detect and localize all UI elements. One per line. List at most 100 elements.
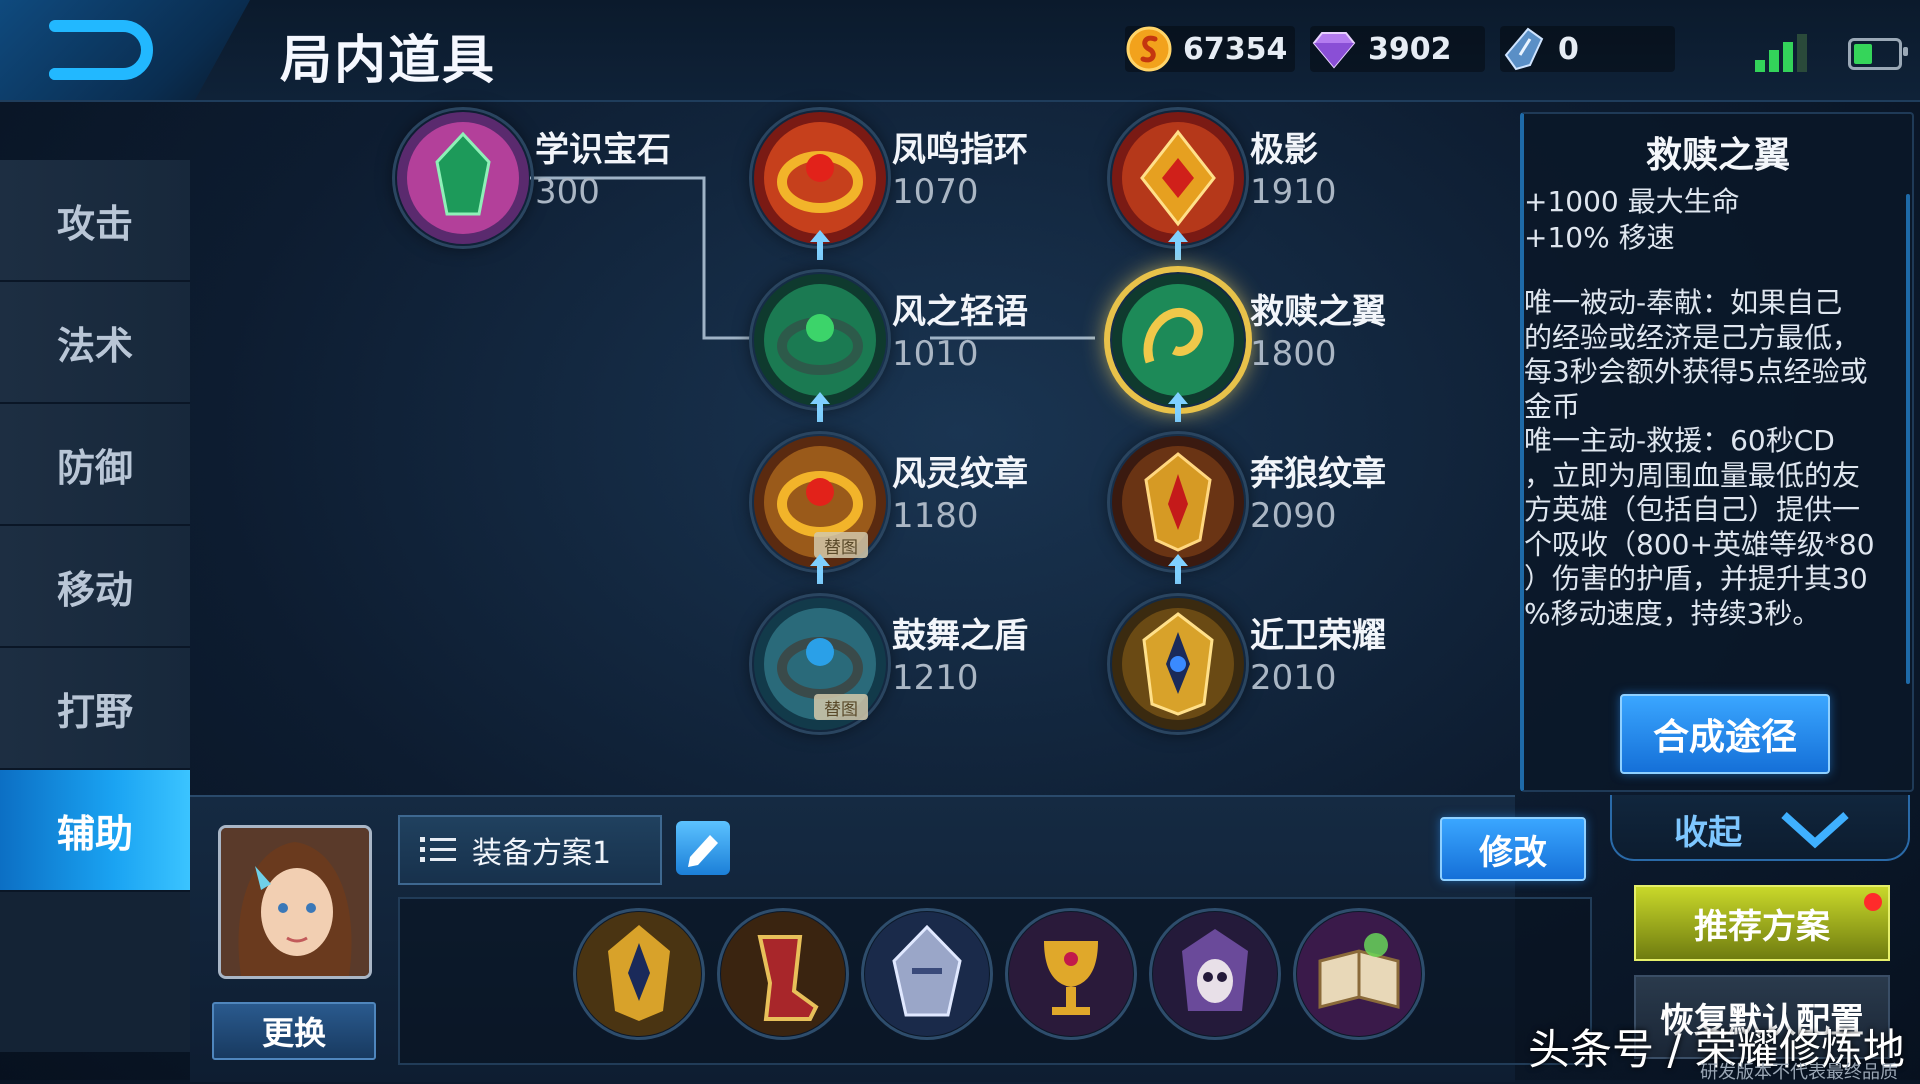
- battery-icon: [1848, 38, 1908, 70]
- ticket-crystal-icon: [1504, 27, 1544, 71]
- item-price: 1010: [892, 334, 979, 374]
- guard-glory-icon: [1112, 598, 1244, 730]
- item-phoenix-ring[interactable]: 凤鸣指环 1070: [752, 110, 1132, 260]
- item-price: 1800: [1250, 334, 1337, 374]
- wind-whisper-icon: [754, 274, 886, 406]
- menu-filler: [0, 892, 190, 1052]
- phoenix-ring-icon: [754, 112, 886, 244]
- recommended-plan-button[interactable]: 推荐方案: [1634, 885, 1890, 961]
- item-price: 1180: [892, 496, 979, 536]
- recommend-label: 推荐方案: [1694, 906, 1830, 947]
- item-redemption-wing[interactable]: 救赎之翼 1800: [1110, 272, 1490, 422]
- category-movement[interactable]: 移动: [0, 526, 190, 648]
- diamond-amount: 3902: [1368, 31, 1452, 67]
- category-magic[interactable]: 法术: [0, 282, 190, 404]
- back-arrow-icon: [49, 20, 153, 80]
- item-wind-emblem[interactable]: 风灵纹章 1180 替图: [752, 434, 1132, 584]
- equipped-items-row: [398, 897, 1592, 1065]
- gold-coin-icon: [1126, 26, 1172, 72]
- item-name: 学识宝石: [535, 130, 671, 170]
- desc-line: 金币: [1524, 389, 1581, 423]
- dev-disclaimer: 研发版本不代表最终品质: [1700, 1062, 1898, 1083]
- back-button[interactable]: [0, 0, 250, 100]
- desc-line: ）伤害的护盾，并提升其30: [1524, 562, 1868, 595]
- desc-line: 方英雄（包括自己）提供一: [1524, 493, 1861, 526]
- category-attack[interactable]: 攻击: [0, 160, 190, 282]
- plan-name: 装备方案1: [472, 836, 612, 871]
- upgrade-arrow-icon: [810, 230, 830, 260]
- golden-chalice-icon[interactable]: [1008, 911, 1134, 1037]
- list-icon: [420, 837, 456, 862]
- red-boots-icon[interactable]: [720, 911, 846, 1037]
- desc-line: 唯一被动-奉献：如果自己: [1524, 286, 1843, 319]
- item-name: 救赎之翼: [1250, 292, 1386, 332]
- desc-line: ，立即为周围血量最低的友: [1524, 458, 1861, 492]
- item-knowledge-gem[interactable]: 学识宝石 300: [395, 110, 775, 250]
- diamond-icon: [1312, 32, 1356, 69]
- item-name: 风之轻语: [892, 292, 1028, 332]
- item-guard-glory[interactable]: 近卫荣耀 2010: [1110, 596, 1490, 736]
- chevron-down-icon: [1781, 812, 1849, 849]
- ticket-amount: 0: [1558, 31, 1579, 67]
- upgrade-arrow-icon: [1168, 392, 1188, 422]
- item-name: 极影: [1250, 130, 1318, 170]
- item-price: 300: [535, 172, 600, 212]
- hero-avatar-icon: [221, 828, 369, 976]
- notification-dot: [1864, 893, 1882, 911]
- item-detail-panel: 救赎之翼 +1000 最大生命 +10% 移速 唯一被动-奉献：如果自己 的经验…: [1520, 112, 1914, 792]
- item-wind-whisper[interactable]: 风之轻语 1010: [752, 272, 1132, 422]
- ticket-counter: 0: [1500, 26, 1675, 72]
- item-name: 凤鸣指环: [892, 130, 1028, 170]
- gold-amount: 67354: [1183, 31, 1288, 67]
- green-gem-icon: [397, 112, 529, 244]
- upgrade-arrow-icon: [810, 392, 830, 422]
- wolf-emblem-icon: [1112, 436, 1244, 568]
- item-inspire-shield[interactable]: 鼓舞之盾 1210 替图: [752, 596, 1132, 736]
- equipment-plan-selector[interactable]: 装备方案1: [398, 815, 662, 885]
- gold-counter: 67354: [1125, 26, 1295, 72]
- spell-book-icon[interactable]: [1296, 911, 1422, 1037]
- placeholder-art-badge: 替图: [814, 694, 868, 720]
- synthesis-path-button[interactable]: 合成途径: [1620, 694, 1830, 774]
- hero-portrait[interactable]: [218, 825, 372, 979]
- detail-item-name: 救赎之翼: [1645, 135, 1790, 176]
- category-defense[interactable]: 防御: [0, 404, 190, 526]
- item-tree: 学识宝石 300 凤鸣指环 1070 极影 1910 风之轻语 1010 救赎之…: [190, 100, 1515, 795]
- stat-line: +10% 移速: [1524, 221, 1675, 254]
- redemption-wing-icon: [1112, 274, 1244, 406]
- change-hero-button[interactable]: 更换: [212, 1002, 376, 1060]
- category-support[interactable]: 辅助: [0, 770, 190, 892]
- category-jungle[interactable]: 打野: [0, 648, 190, 770]
- desc-line: 每3秒会额外获得5点经验或: [1524, 355, 1868, 388]
- silver-helm-icon[interactable]: [864, 911, 990, 1037]
- diamond-counter: 3902: [1310, 26, 1485, 72]
- upgrade-arrow-icon: [1168, 554, 1188, 584]
- page-title: 局内道具: [280, 31, 497, 91]
- category-menu: 攻击 法术 防御 移动 打野 辅助: [0, 160, 190, 1052]
- signal-strength-icon: [1755, 34, 1807, 72]
- collapse-button[interactable]: 收起: [1610, 795, 1910, 861]
- collapse-label: 收起: [1674, 813, 1742, 853]
- desc-line: 唯一主动-救援：60秒CD: [1524, 424, 1835, 457]
- desc-line: 个吸收（800+英雄等级*80: [1524, 527, 1875, 561]
- item-price: 1910: [1250, 172, 1337, 212]
- item-wolf-emblem[interactable]: 奔狼纹章 2090: [1110, 434, 1490, 584]
- item-price: 1070: [892, 172, 979, 212]
- detail-description: 唯一被动-奉献：如果自己 的经验或经济是己方最低， 每3秒会额外获得5点经验或 …: [1524, 286, 1904, 631]
- item-name: 奔狼纹章: [1250, 454, 1386, 494]
- top-bar: 局内道具 67354 3902 0: [0, 0, 1920, 102]
- item-shadow[interactable]: 极影 1910: [1110, 110, 1490, 260]
- item-name: 风灵纹章: [892, 454, 1028, 494]
- detail-scrollbar[interactable]: [1906, 194, 1910, 684]
- desc-line: %移动速度，持续3秒。: [1524, 596, 1821, 630]
- item-price: 1210: [892, 658, 979, 698]
- guard-glory-icon[interactable]: [576, 911, 702, 1037]
- item-name: 鼓舞之盾: [892, 616, 1028, 656]
- skull-armor-icon[interactable]: [1152, 911, 1278, 1037]
- rename-plan-button[interactable]: [676, 821, 730, 875]
- modify-plan-button[interactable]: 修改: [1440, 817, 1586, 881]
- item-price: 2090: [1250, 496, 1337, 536]
- item-name: 近卫荣耀: [1250, 616, 1386, 656]
- pencil-icon: [688, 835, 718, 867]
- stat-line: +1000 最大生命: [1524, 185, 1740, 218]
